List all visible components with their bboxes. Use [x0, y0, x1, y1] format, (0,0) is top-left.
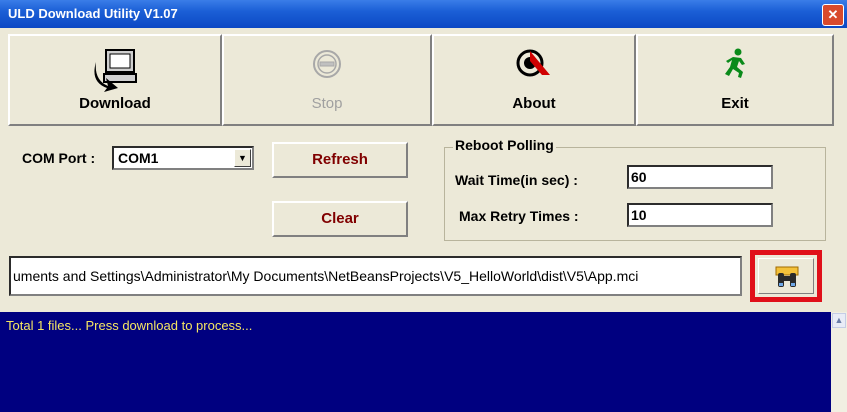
- binoculars-folder-icon: [775, 265, 799, 294]
- clear-button[interactable]: Clear: [272, 201, 408, 237]
- exit-button[interactable]: Exit: [636, 34, 834, 126]
- max-retry-input[interactable]: 10: [627, 203, 773, 227]
- stop-button[interactable]: Stop: [222, 34, 432, 126]
- window-title: ULD Download Utility V1.07: [8, 6, 178, 21]
- computer-download-icon: [92, 48, 138, 97]
- exit-label: Exit: [721, 95, 749, 112]
- log-line: Total 1 files... Press download to proce…: [6, 318, 253, 333]
- about-button[interactable]: About: [432, 34, 636, 126]
- file-path-input[interactable]: uments and Settings\Administrator\My Doc…: [9, 256, 742, 296]
- refresh-button[interactable]: Refresh: [272, 142, 408, 178]
- browse-button[interactable]: [750, 250, 822, 302]
- wait-time-input[interactable]: 60: [627, 165, 773, 189]
- company-logo-icon: [516, 48, 552, 83]
- scroll-up-icon[interactable]: ▲: [832, 313, 846, 328]
- log-scrollbar[interactable]: ▲: [831, 312, 847, 412]
- stop-label: Stop: [311, 95, 343, 112]
- log-output-area[interactable]: Total 1 files... Press download to proce…: [0, 312, 831, 412]
- running-man-exit-icon: [721, 48, 749, 85]
- title-bar: ULD Download Utility V1.07 ✕: [0, 0, 847, 28]
- com-port-select[interactable]: COM1 ▼: [112, 146, 254, 170]
- about-label: About: [512, 95, 556, 112]
- com-port-label: COM Port :: [22, 150, 96, 166]
- wait-time-label: Wait Time(in sec) :: [455, 172, 578, 188]
- download-button[interactable]: Download: [8, 34, 222, 126]
- close-button[interactable]: ✕: [822, 4, 844, 26]
- com-port-value: COM1: [118, 150, 159, 166]
- stop-icon: [311, 48, 343, 85]
- reboot-polling-group: Reboot Polling Wait Time(in sec) : 60 Ma…: [444, 137, 826, 241]
- chevron-down-icon[interactable]: ▼: [234, 149, 251, 167]
- max-retry-label: Max Retry Times :: [459, 208, 579, 224]
- download-label: Download: [79, 95, 151, 112]
- reboot-polling-legend: Reboot Polling: [453, 137, 556, 153]
- toolbar: Download Stop About Exit: [8, 34, 834, 126]
